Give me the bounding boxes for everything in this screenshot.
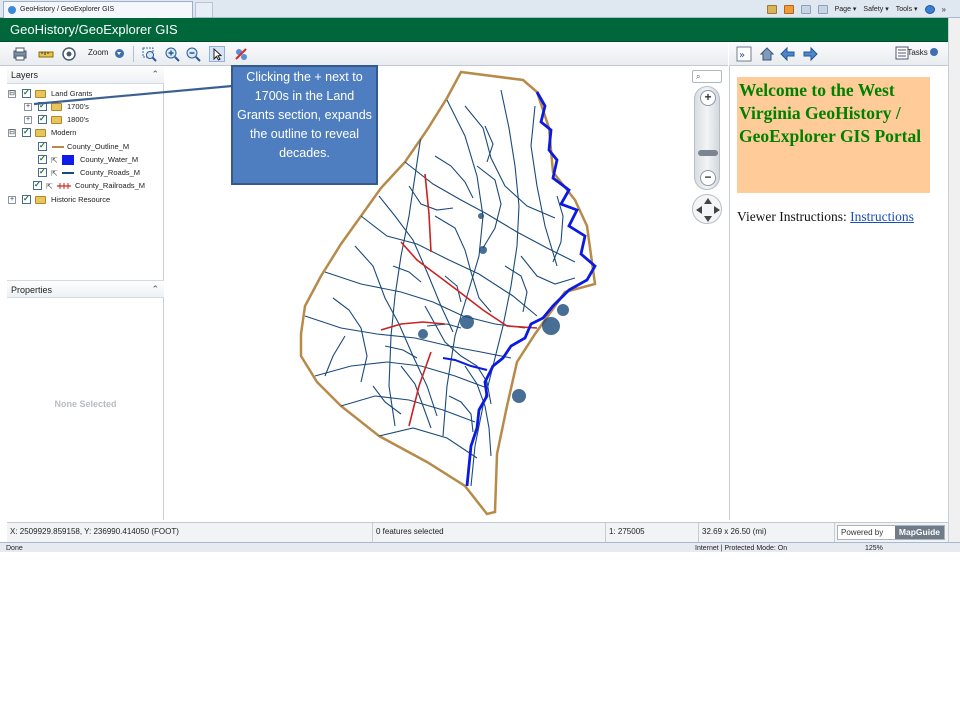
browser-command-bar: Page ▾ Safety ▾ Tools ▾ » <box>766 2 946 16</box>
map-extent: 32.69 x 26.50 (mi) <box>699 523 835 543</box>
historic-resource-checkbox[interactable] <box>22 193 31 205</box>
instructions-link[interactable]: Instructions <box>850 209 914 224</box>
tasks-dropdown-icon <box>930 48 938 56</box>
blue-fill-legend-icon <box>62 155 74 165</box>
map-scale: 1: 275005 <box>606 523 699 543</box>
map-status-bar: X: 2509929.859158, Y: 236990.414050 (FOO… <box>7 522 948 543</box>
tan-line-legend-icon <box>52 146 64 148</box>
mapguide-logo: MapGuide <box>894 526 944 539</box>
screenshot: GeoHistory / GeoExplorer GIS Page ▾ Safe… <box>0 0 960 552</box>
tasks-label: Tasks <box>907 48 928 57</box>
folder-icon <box>35 129 46 137</box>
forward-arrow-icon[interactable] <box>802 46 818 62</box>
more-chevron-icon[interactable]: » <box>942 5 946 14</box>
security-zone-text: Internet | Protected Mode: On <box>695 545 788 552</box>
home-icon[interactable] <box>766 4 777 14</box>
status-done-text: Done <box>6 545 23 552</box>
county-water-checkbox[interactable] <box>38 153 47 165</box>
left-panel: Layers ⌃ ⊟ Land Grants + 1700's + 1800's… <box>7 66 164 520</box>
collapse-modern-icon[interactable]: ⊟ <box>8 129 16 137</box>
tools-menu[interactable]: Tools ▾ <box>896 5 918 13</box>
powered-by-badge: Powered by MapGuide <box>837 525 945 540</box>
feeds-icon[interactable] <box>783 4 794 14</box>
print-icon[interactable] <box>817 4 828 14</box>
county-railroads-checkbox[interactable] <box>33 179 42 191</box>
modern-checkbox[interactable] <box>22 126 31 138</box>
layer-label: County_Roads_M <box>80 168 141 177</box>
page-menu[interactable]: Page ▾ <box>835 5 857 13</box>
svg-text:»: » <box>739 50 745 61</box>
layer-county-outline[interactable]: County_Outline_M <box>8 140 158 153</box>
layer-node-historic-resource[interactable]: + Historic Resource <box>8 193 158 206</box>
county-outline-checkbox[interactable] <box>38 140 47 152</box>
blue-line-legend-icon <box>62 172 74 174</box>
map-search-icon[interactable]: ⌕ <box>692 70 722 83</box>
collapse-properties-icon[interactable]: ⌃ <box>151 285 159 294</box>
powered-by-label: Powered by <box>841 528 884 537</box>
browser-status-bar: Done Internet | Protected Mode: On 125% <box>0 542 960 552</box>
railroad-legend-icon <box>57 182 71 190</box>
county-roads-checkbox[interactable] <box>38 166 47 178</box>
properties-empty-text: None Selected <box>54 399 117 409</box>
callout-box: Clicking the + next to 1700s in the Land… <box>231 65 378 185</box>
layer-county-roads[interactable]: ⇱ County_Roads_M <box>8 166 158 179</box>
selectable-cursor-icon: ⇱ <box>51 156 58 165</box>
layer-label: County_Water_M <box>80 155 139 164</box>
window-scrollbar[interactable] <box>948 18 960 542</box>
layer-label: Historic Resource <box>51 195 111 204</box>
instructions-label: Viewer Instructions: <box>737 209 847 224</box>
selectable-cursor-icon: ⇱ <box>51 169 58 178</box>
layer-label: County_Railroads_M <box>75 181 146 190</box>
folder-icon <box>35 196 46 204</box>
welcome-heading: Welcome to the West Virginia GeoHistory … <box>739 80 922 146</box>
task-home-icon[interactable] <box>759 46 775 62</box>
expand-historic-resource-icon[interactable]: + <box>8 196 16 204</box>
layer-county-water[interactable]: ⇱ County_Water_M <box>8 153 158 166</box>
pan-control-icon[interactable] <box>692 194 722 224</box>
coordinates-readout: X: 2509929.859158, Y: 236990.414050 (FOO… <box>7 523 373 543</box>
map-navigation-control: ⌕ + − <box>692 70 724 224</box>
mail-icon[interactable] <box>800 4 811 14</box>
layer-node-modern[interactable]: ⊟ Modern <box>8 126 158 139</box>
callout-pointer <box>33 84 233 106</box>
help-icon[interactable] <box>924 4 935 14</box>
properties-title: Properties <box>11 285 53 295</box>
properties-header: Properties ⌃ <box>7 280 164 298</box>
back-arrow-icon[interactable] <box>780 46 796 62</box>
zoom-out-button[interactable]: − <box>700 170 716 186</box>
task-pane: Welcome to the West Virginia GeoHistory … <box>729 66 948 520</box>
zoom-slider-handle[interactable] <box>698 150 718 156</box>
zoom-slider-track[interactable]: + − <box>694 86 720 190</box>
zoom-in-button[interactable]: + <box>700 90 716 106</box>
expand-panel-icon[interactable]: » <box>736 46 752 62</box>
features-selected-count: 0 features selected <box>373 523 606 543</box>
layer-label: Modern <box>51 128 77 137</box>
tasks-menu[interactable]: Tasks <box>907 48 938 57</box>
callout-text: Clicking the + next to 1700s in the Land… <box>237 70 372 160</box>
selectable-cursor-icon: ⇱ <box>46 182 53 191</box>
browser-zoom-level[interactable]: 125% <box>865 543 883 552</box>
safety-menu[interactable]: Safety ▾ <box>863 5 888 13</box>
layer-county-railroads[interactable]: ⇱ County_Railroads_M <box>8 179 164 192</box>
viewer-instructions: Viewer Instructions: Instructions <box>737 209 914 225</box>
welcome-banner: Welcome to the West Virginia GeoHistory … <box>737 77 930 193</box>
task-toolbar: » Tasks <box>729 42 948 66</box>
layer-label: County_Outline_M <box>67 142 130 151</box>
